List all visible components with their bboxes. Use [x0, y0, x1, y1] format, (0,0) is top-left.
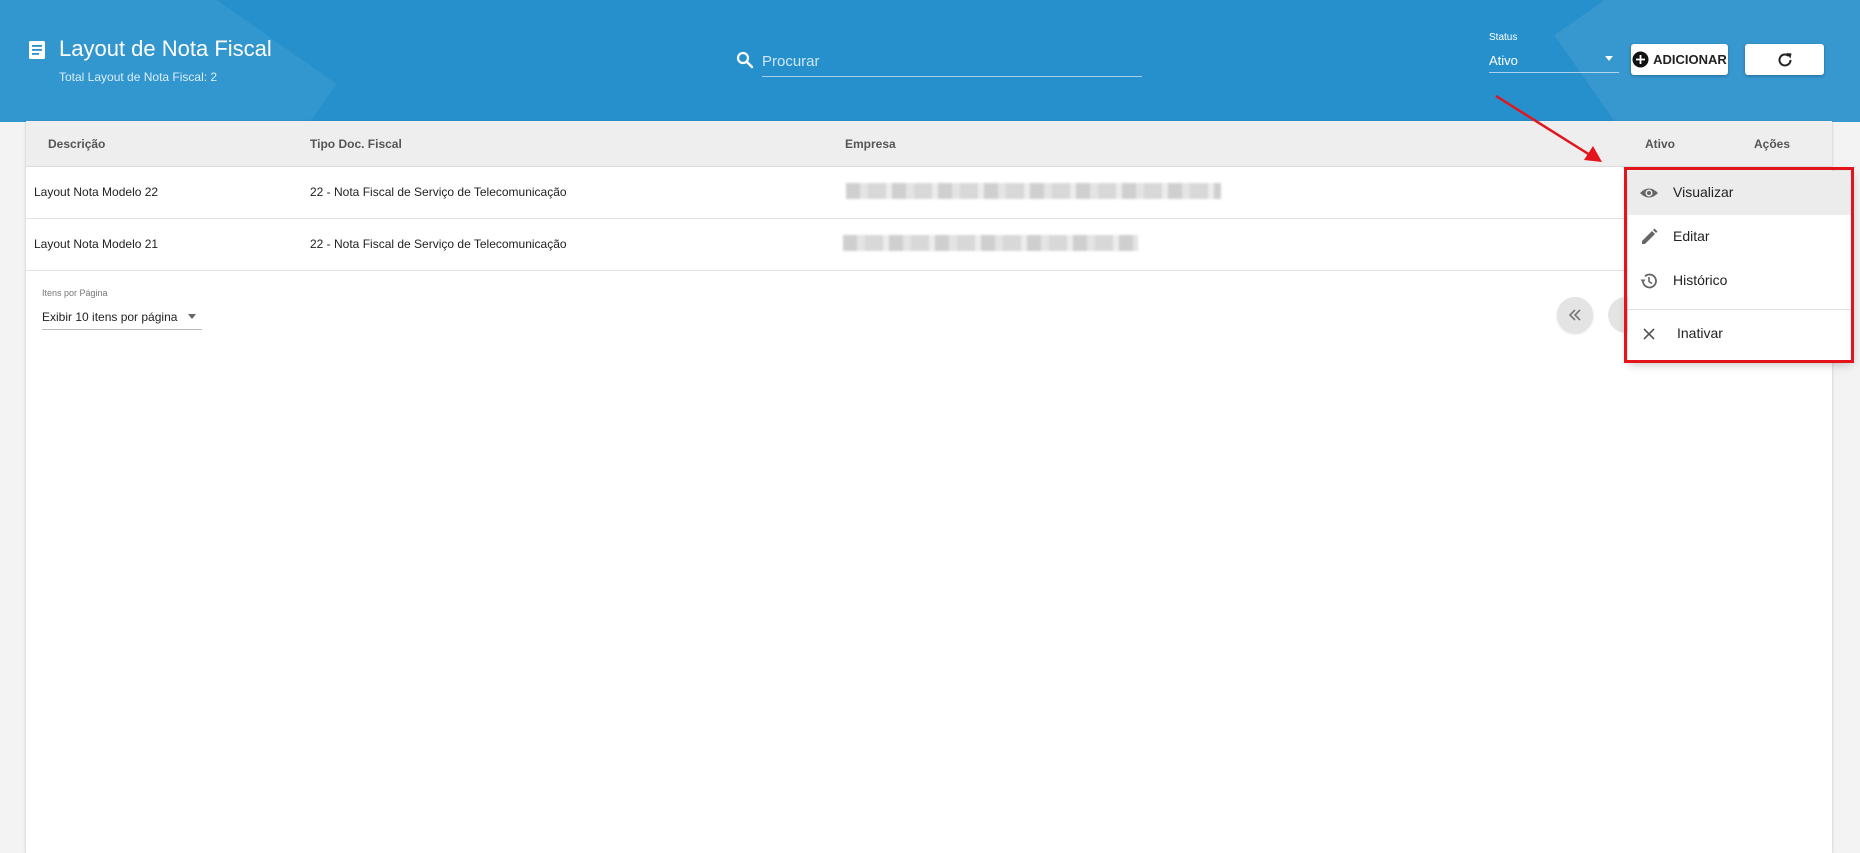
add-circle-icon	[1632, 51, 1649, 68]
menu-divider	[1628, 309, 1852, 310]
menu-item-inativar[interactable]: Inativar	[1628, 312, 1852, 356]
chevron-down-icon	[188, 314, 196, 319]
items-per-page-value: Exibir 10 itens por página	[42, 310, 178, 324]
row-descricao: Layout Nota Modelo 21	[34, 237, 159, 251]
close-icon	[1643, 328, 1655, 340]
page-title: Layout de Nota Fiscal	[59, 36, 272, 61]
refresh-icon	[1778, 52, 1791, 66]
items-per-page-label: Itens por Página	[42, 288, 108, 298]
menu-item-visualizar[interactable]: Visualizar	[1628, 171, 1852, 215]
history-icon	[1640, 273, 1657, 289]
search-icon	[736, 51, 754, 69]
row-empresa-blurred	[846, 183, 1221, 199]
column-tipo-doc-fiscal[interactable]: Tipo Doc. Fiscal	[310, 137, 402, 151]
row-descricao: Layout Nota Modelo 22	[34, 185, 159, 199]
chevron-down-icon	[1605, 56, 1613, 61]
menu-item-historico[interactable]: Histórico	[1628, 259, 1852, 303]
status-select[interactable]: Ativo	[1489, 50, 1619, 73]
row-tipo-doc-fiscal: 22 - Nota Fiscal de Serviço de Telecomun…	[310, 237, 567, 251]
search-input[interactable]	[762, 46, 1142, 77]
menu-item-editar[interactable]: Editar	[1628, 215, 1852, 259]
table-row[interactable]: Layout Nota Modelo 21 22 - Nota Fiscal d…	[26, 219, 1832, 271]
column-empresa[interactable]: Empresa	[845, 137, 896, 151]
column-acoes: Ações	[1754, 137, 1791, 151]
table-header: Descrição Tipo Doc. Fiscal Empresa Ativo…	[26, 121, 1832, 167]
page-header: Layout de Nota Fiscal Total Layout de No…	[0, 0, 1860, 122]
table-row[interactable]: Layout Nota Modelo 22 22 - Nota Fiscal d…	[26, 167, 1832, 219]
first-page-button[interactable]	[1557, 297, 1593, 333]
table-card: Descrição Tipo Doc. Fiscal Empresa Ativo…	[26, 121, 1832, 853]
column-ativo[interactable]: Ativo	[1645, 137, 1675, 151]
row-empresa-blurred	[843, 235, 1138, 251]
actions-menu: Visualizar Editar Histórico Inativar	[1628, 171, 1852, 361]
page-subtitle: Total Layout de Nota Fiscal: 2	[59, 70, 218, 84]
row-tipo-doc-fiscal: 22 - Nota Fiscal de Serviço de Telecomun…	[310, 185, 567, 199]
menu-item-label: Histórico	[1673, 272, 1728, 288]
eye-icon	[1640, 188, 1658, 198]
document-icon	[29, 41, 45, 59]
menu-item-label: Inativar	[1677, 325, 1723, 341]
add-button-label: ADICIONAR	[1653, 52, 1727, 67]
column-descricao[interactable]: Descrição	[48, 137, 105, 151]
status-value: Ativo	[1489, 53, 1518, 68]
double-chevron-left-icon	[1568, 309, 1581, 321]
menu-item-label: Editar	[1673, 228, 1710, 244]
search-bar	[736, 46, 1144, 78]
refresh-button[interactable]	[1745, 44, 1824, 75]
items-per-page-select[interactable]: Exibir 10 itens por página	[42, 307, 202, 330]
add-button[interactable]: ADICIONAR	[1631, 44, 1728, 75]
status-label: Status	[1489, 32, 1518, 43]
pencil-icon	[1642, 228, 1658, 244]
menu-item-label: Visualizar	[1673, 184, 1734, 200]
